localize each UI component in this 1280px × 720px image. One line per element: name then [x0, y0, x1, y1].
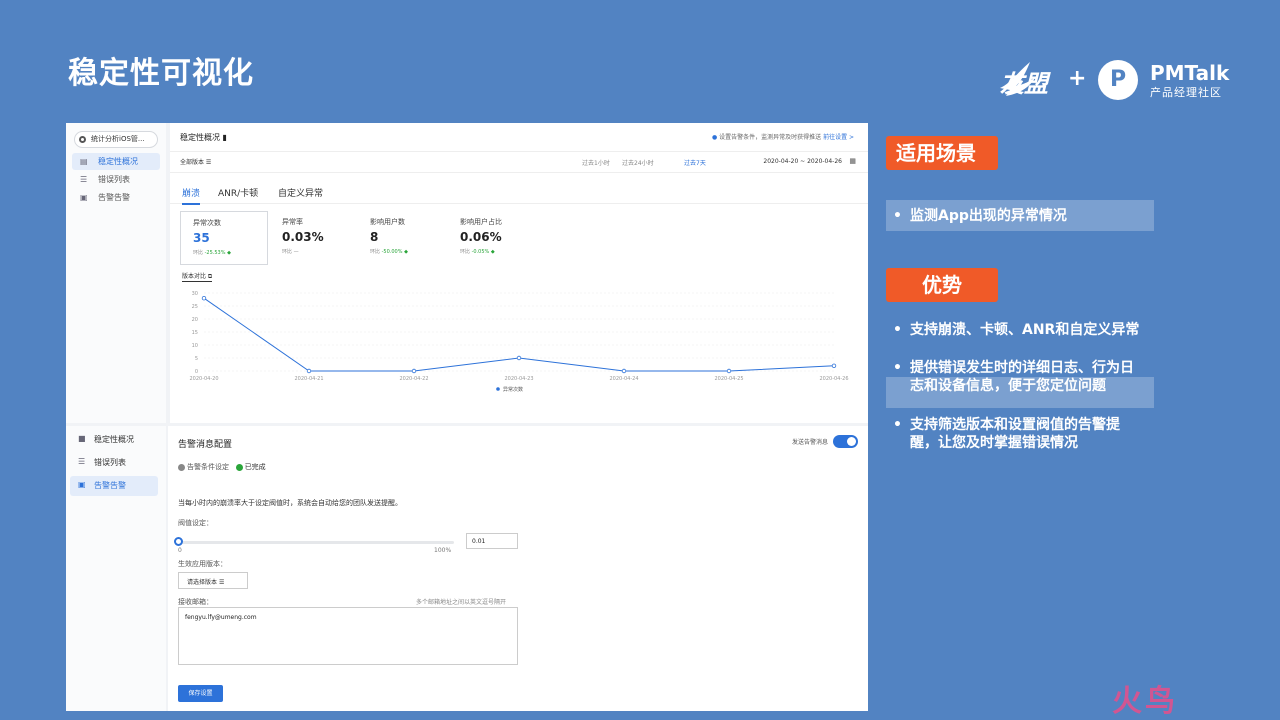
- filter-icon: ☰: [218, 579, 225, 586]
- bar-chart-icon: ▮: [222, 133, 227, 142]
- page-title: 稳定性概况 ▮: [180, 133, 227, 142]
- data-point: [726, 368, 732, 374]
- date-range-picker[interactable]: 2020-04-20 ~ 2020-04-26: [763, 158, 842, 165]
- email-label: 接收邮箱：: [178, 598, 213, 606]
- app-selector[interactable]: 统计分析iOS管...: [74, 131, 158, 148]
- legend-marker: [496, 387, 500, 391]
- slide-title: 稳定性可视化: [68, 56, 254, 91]
- list-icon: ☰: [78, 457, 86, 466]
- sidebar2-item-alerts[interactable]: ▣ 告警告警: [70, 476, 158, 496]
- metric-affected-users[interactable]: 影响用户数 8 环比 -50.00% ◆: [358, 211, 446, 265]
- chart-icon: ■: [78, 434, 86, 443]
- threshold-label: 阀值设定：: [178, 519, 213, 527]
- y-tick-label: 20: [192, 317, 198, 323]
- tab-bar: 崩溃 ANR/卡顿 自定义异常: [170, 180, 868, 205]
- range-24h-button[interactable]: 过去24小时: [622, 158, 654, 167]
- sidebar-item-alerts[interactable]: ▣ 告警告警: [72, 189, 160, 206]
- sidebar2-item-overview[interactable]: ■ 稳定性概况: [70, 430, 158, 450]
- threshold-slider-handle[interactable]: [174, 537, 183, 546]
- umeng-logo-text: 友盟: [1000, 70, 1048, 98]
- step-dot-icon: [178, 463, 185, 471]
- alert-icon: ▣: [80, 193, 88, 202]
- range-7d-button[interactable]: 过去7天: [684, 158, 706, 167]
- product-screenshot: 统计分析iOS管... ▤ 稳定性概况 ☰ 错误列表 ▣ 告警告警 稳定性概况 …: [66, 123, 868, 711]
- metric-crash-count[interactable]: 异常次数 35 环比 -25.53% ◆: [180, 211, 268, 265]
- alert-description: 当每小时内的崩溃率大于设定阀值时，系统会自动给您的团队发送提醒。: [178, 499, 402, 507]
- pmtalk-subtitle: 产品经理社区: [1150, 86, 1222, 99]
- threshold-slider-track[interactable]: [178, 541, 454, 544]
- version-select[interactable]: 请选择版本 ☰: [178, 572, 248, 589]
- x-tick-label: 2020-04-24: [609, 376, 638, 382]
- y-tick-label: 10: [192, 343, 198, 349]
- email-hint: 多个邮箱地址之间以英文逗号隔开: [416, 599, 507, 606]
- range-1h-button[interactable]: 过去1小时: [582, 158, 610, 167]
- slider-min: 0: [178, 547, 182, 554]
- y-tick-label: 30: [192, 291, 198, 297]
- watermark: 火鸟: [1112, 684, 1178, 719]
- y-tick-label: 15: [192, 330, 198, 336]
- sidebar-item-overview[interactable]: ▤ 稳定性概况: [72, 153, 160, 170]
- sidebar-secondary: ■ 稳定性概况 ☰ 错误列表 ▣ 告警告警: [66, 426, 166, 711]
- data-point: [411, 368, 417, 374]
- advantage-badge: 优势: [886, 268, 998, 302]
- save-button[interactable]: 保存设置: [178, 685, 223, 702]
- list-icon: ☰: [80, 175, 88, 184]
- x-tick-label: 2020-04-26: [819, 376, 848, 382]
- tab-custom[interactable]: 自定义异常: [278, 186, 323, 199]
- x-tick-label: 2020-04-20: [189, 376, 218, 382]
- x-tick-label: 2020-04-25: [714, 376, 743, 382]
- toggle-label: 发送告警消息: [791, 439, 828, 446]
- y-tick-label: 5: [195, 356, 198, 362]
- data-point: [516, 355, 522, 361]
- calendar-icon[interactable]: ▦: [849, 157, 856, 165]
- x-tick-label: 2020-04-22: [399, 376, 428, 382]
- crash-line-chart: 0 5 10 15 20 25 30 2020-04-20 2020-04-21 2020-04-…: [189, 291, 848, 393]
- version-filter[interactable]: 全部版本 ☰: [180, 157, 211, 166]
- alert-config-panel: 告警消息配置 发送告警消息 告警条件设定 已完成 当每小时内的崩溃率大于设定阀值…: [168, 426, 868, 711]
- metric-crash-rate[interactable]: 异常率 0.03% 环比 —: [270, 211, 358, 265]
- info-icon: ●: [711, 134, 718, 141]
- data-point: [831, 363, 837, 368]
- data-point: [306, 368, 312, 374]
- chart-icon: ▤: [80, 157, 88, 166]
- data-point: [201, 295, 207, 301]
- x-tick-label: 2020-04-23: [504, 376, 533, 382]
- email-field[interactable]: fengyu.lfy@umeng.com: [178, 607, 518, 665]
- x-tick-label: 2020-04-21: [294, 376, 323, 382]
- legend-label: 异常次数: [503, 386, 523, 393]
- sidebar-item-errors[interactable]: ☰ 错误列表: [72, 171, 160, 188]
- tab-anr[interactable]: ANR/卡顿: [218, 186, 258, 199]
- send-alert-toggle[interactable]: [833, 435, 858, 448]
- version-label: 生效应用版本：: [178, 560, 227, 568]
- y-tick-label: 25: [192, 304, 198, 310]
- sidebar2-item-errors[interactable]: ☰ 错误列表: [70, 453, 158, 473]
- plus-sign: +: [1068, 66, 1087, 91]
- pmtalk-logo-icon: P: [1098, 60, 1138, 100]
- filter-bar: 全部版本 ☰ 过去1小时 过去24小时 过去7天 2020-04-20 ~ 20…: [170, 151, 868, 173]
- steps-indicator: 告警条件设定 已完成: [178, 462, 266, 472]
- alert-panel-title: 告警消息配置: [178, 440, 233, 450]
- version-compare-button[interactable]: 版本对比 ⧉: [182, 271, 213, 282]
- y-tick-label: 0: [195, 369, 198, 375]
- threshold-input[interactable]: 0.01: [466, 533, 518, 549]
- settings-link[interactable]: 前往设置 >: [823, 134, 854, 141]
- app-icon: [79, 136, 86, 143]
- data-point: [621, 368, 627, 374]
- scene-badge: 适用场景: [886, 136, 998, 170]
- alert-icon: ▣: [78, 480, 86, 489]
- check-icon: [235, 463, 243, 471]
- tab-crash[interactable]: 崩溃: [182, 186, 201, 205]
- pmtalk-name: PMTalk: [1150, 61, 1230, 85]
- metric-affected-ratio[interactable]: 影响用户占比 0.06% 环比 -0.05% ◆: [448, 211, 536, 265]
- alert-hint: ● 设置告警条件，监测异常及时获得推送 前往设置 >: [711, 134, 854, 141]
- partner-logos: 友盟 + P PMTalk 产品经理社区: [958, 58, 1238, 108]
- slider-max: 100%: [434, 547, 452, 554]
- sidebar: 统计分析iOS管... ▤ 稳定性概况 ☰ 错误列表 ▣ 告警告警: [66, 123, 166, 423]
- overview-panel: 稳定性概况 ▮ ● 设置告警条件，监测异常及时获得推送 前往设置 > 全部版本 …: [170, 123, 868, 423]
